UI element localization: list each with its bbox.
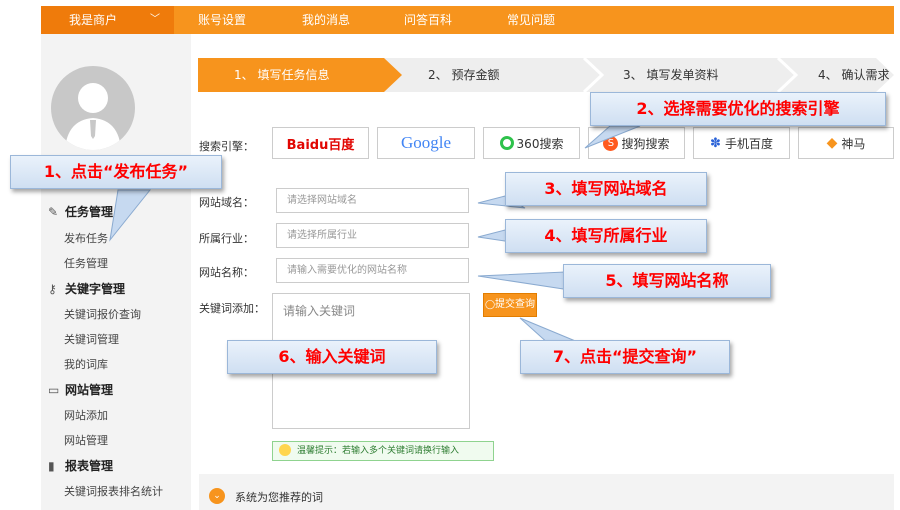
sidebar-item-keyword-ranking-report[interactable]: 关键词报表排名统计	[64, 483, 163, 499]
engine-shenma-button[interactable]: ◆ 神马	[798, 127, 894, 159]
sidebar-section-keyword[interactable]: ⚷ 关键字管理	[48, 280, 125, 297]
nav-faq[interactable]: 常见问题	[507, 6, 555, 34]
shenma-logo: 神马	[841, 136, 866, 151]
bar-chart-icon: ▮	[48, 459, 55, 473]
monitor-icon: ▭	[48, 383, 60, 397]
paw-icon: ✽	[710, 135, 721, 151]
nav-account-settings[interactable]: 账号设置	[198, 6, 246, 34]
callout-step-1: 1、点击“发布任务”	[10, 155, 222, 189]
sidebar-item-keyword-price[interactable]: 关键词报价查询	[64, 306, 141, 322]
callout-step-7: 7、点击“提交查询”	[520, 340, 730, 374]
nav-qa-wiki[interactable]: 问答百科	[404, 6, 452, 34]
sidebar-section-report[interactable]: ▮ 报表管理	[48, 457, 113, 474]
baidu-logo: Baidu百度	[286, 137, 355, 153]
sidebar-item-keyword-management[interactable]: 关键词管理	[64, 331, 119, 347]
chevron-down-circle-icon: ⌄	[209, 488, 225, 504]
sidebar-item-website-management[interactable]: 网站管理	[64, 432, 108, 448]
360-logo: 360搜索	[516, 136, 564, 151]
step-3: 3、 填写发单资料	[623, 68, 719, 82]
callout-step-6: 6、输入关键词	[227, 340, 437, 374]
user-silhouette-icon	[65, 83, 121, 150]
tip-banner: 温馨提示：若输入多个关键词请换行输入	[272, 441, 494, 461]
callout-step-2: 2、选择需要优化的搜索引擎	[590, 92, 886, 126]
tip-text: 温馨提示：若输入多个关键词请换行输入	[297, 446, 460, 456]
recommend-title: 系统为您推荐的词	[235, 491, 323, 504]
sogou-icon: S	[603, 135, 619, 151]
callout-step-5: 5、填写网站名称	[563, 264, 771, 298]
engine-baidu-button[interactable]: Baidu百度	[272, 127, 369, 159]
engine-360-button[interactable]: 360搜索	[483, 127, 580, 159]
chevron-down-icon: ﹀	[150, 14, 160, 25]
sidebar-item-add-website[interactable]: 网站添加	[64, 407, 108, 423]
sidebar-section-website[interactable]: ▭ 网站管理	[48, 381, 113, 398]
step-2: 2、 预存金额	[428, 68, 500, 82]
merchant-label: 我是商户	[69, 13, 118, 27]
keyword-label: 关键词添加：	[199, 302, 265, 315]
engine-mobile-baidu-button[interactable]: ✽ 手机百度	[693, 127, 790, 159]
industry-select[interactable]: 请选择所属行业	[276, 223, 469, 248]
lightbulb-icon	[279, 444, 291, 456]
360-icon	[499, 136, 514, 150]
sidebar-item-my-wordbank[interactable]: 我的词库	[64, 356, 108, 372]
keyword-placeholder: 请输入关键词	[283, 304, 356, 318]
callout-step-4: 4、填写所属行业	[505, 219, 707, 253]
site-name-input[interactable]: 请输入需要优化的网站名称	[276, 258, 469, 283]
google-logo: Google	[400, 133, 452, 152]
key-icon: ⚷	[48, 282, 57, 296]
nav-my-messages[interactable]: 我的消息	[302, 6, 350, 34]
search-icon: ◯	[484, 300, 496, 310]
mobile-baidu-logo: 手机百度	[724, 136, 773, 151]
steps-progress: 1、 填写任务信息 2、 预存金额 3、 填写发单资料 4、 确认需求	[198, 58, 894, 92]
recommend-section: ⌄ 系统为您推荐的词	[199, 474, 894, 510]
step-4: 4、 确认需求	[818, 68, 890, 82]
domain-select[interactable]: 请选择网站域名	[276, 188, 469, 213]
submit-query-button[interactable]: ◯提交查询	[483, 293, 537, 317]
industry-label: 所属行业：	[199, 232, 254, 245]
search-engine-label: 搜索引擎：	[199, 140, 254, 153]
avatar[interactable]	[51, 66, 135, 150]
edit-icon: ✎	[48, 205, 59, 219]
callout-step-3: 3、填写网站域名	[505, 172, 707, 206]
top-nav: 我是商户 ﹀ 账号设置 我的消息 问答百科 常见问题	[41, 6, 894, 34]
sidebar-item-publish-task[interactable]: 发布任务	[64, 230, 108, 246]
merchant-menu[interactable]: 我是商户 ﹀	[41, 6, 174, 34]
shenma-icon: ◆	[826, 135, 838, 151]
sidebar-section-task[interactable]: ✎ 任务管理	[48, 203, 113, 220]
sogou-logo: 搜狗搜索	[621, 136, 670, 151]
domain-label: 网站域名：	[199, 196, 254, 209]
engine-google-button[interactable]: Google	[377, 127, 475, 159]
engine-sogou-button[interactable]: S 搜狗搜索	[588, 127, 685, 159]
site-name-label: 网站名称：	[199, 266, 254, 279]
sidebar-item-task-management[interactable]: 任务管理	[64, 255, 108, 271]
step-1: 1、 填写任务信息	[234, 68, 330, 82]
